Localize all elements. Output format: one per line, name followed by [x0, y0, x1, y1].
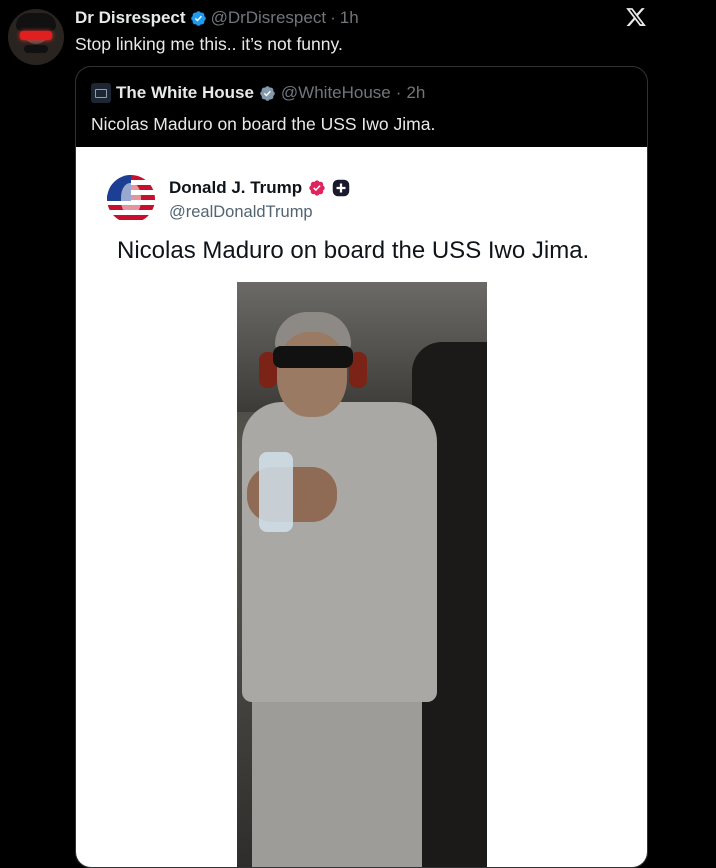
- trump-avatar: [107, 175, 155, 223]
- embedded-post-text: Nicolas Maduro on board the USS Iwo Jima…: [117, 237, 590, 264]
- quoted-author-handle[interactable]: @WhiteHouse: [281, 83, 391, 103]
- quoted-post-time[interactable]: 2h: [406, 83, 425, 103]
- photo-head: [277, 332, 347, 417]
- verified-badge-icon: [260, 85, 275, 101]
- truth-social-badge-icon: [332, 179, 350, 197]
- photo-sweatpants: [252, 682, 422, 867]
- meta-separator: ·: [330, 8, 336, 27]
- embedded-author-name: Donald J. Trump: [169, 178, 303, 197]
- avatar-hair: [16, 13, 56, 31]
- white-house-avatar[interactable]: [91, 83, 111, 103]
- avatar-face: [121, 183, 141, 215]
- quoted-tweet[interactable]: The White House @WhiteHouse · 2h Nicolas…: [75, 66, 648, 868]
- quoted-header: The White House @WhiteHouse · 2h: [91, 83, 425, 103]
- post-time[interactable]: 1h: [340, 8, 359, 28]
- photo-goggles: [273, 346, 353, 368]
- photo-hoodie: [242, 402, 437, 702]
- embedded-post-image[interactable]: Donald J. Trump @realDonaldTrump Nicolas…: [76, 147, 647, 867]
- meta-separator: ·: [395, 83, 402, 102]
- verified-badge-icon: [190, 10, 206, 26]
- tweet-text: Stop linking me this.. it’s not funny.: [75, 34, 343, 54]
- author-handle[interactable]: @DrDisrespect: [211, 8, 327, 28]
- verified-badge-icon: [309, 180, 325, 196]
- x-logo-icon[interactable]: [625, 6, 647, 28]
- quoted-author-name[interactable]: The White House: [116, 83, 254, 103]
- photo-water-bottle: [259, 452, 293, 532]
- detainee-photo: [237, 282, 487, 867]
- author-avatar[interactable]: [8, 9, 64, 65]
- avatar-sunglasses: [20, 31, 52, 40]
- tweet-header: Dr Disrespect @DrDisrespect · 1h: [75, 7, 359, 29]
- quoted-tweet-text: Nicolas Maduro on board the USS Iwo Jima…: [91, 114, 436, 134]
- embedded-author-handle: @realDonaldTrump: [169, 203, 313, 221]
- author-name[interactable]: Dr Disrespect: [75, 8, 186, 28]
- embedded-author-row: Donald J. Trump: [169, 178, 350, 198]
- avatar-mustache: [24, 45, 48, 53]
- white-house-logo-icon: [95, 88, 107, 98]
